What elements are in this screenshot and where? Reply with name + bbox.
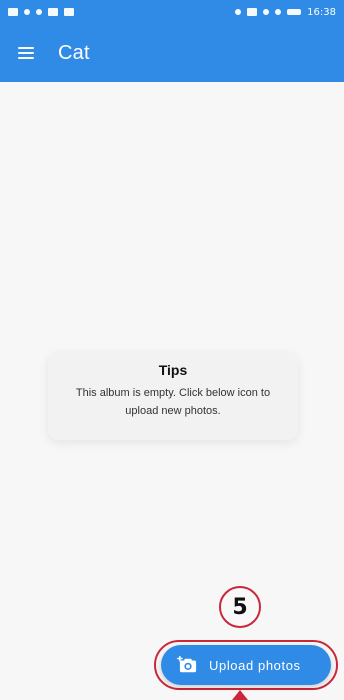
signal-icon [24,9,30,15]
tips-title: Tips [158,362,188,378]
status-right-icons: 16:38 [235,7,336,18]
pointer-arrow [232,690,248,700]
bluetooth-icon [263,9,270,15]
menu-icon[interactable] [18,47,34,59]
notification-icon [8,8,18,16]
battery-icon [287,9,302,15]
network-speed-icon [48,8,58,16]
page-title: Cat [58,41,90,64]
nfc-icon [247,8,258,16]
upload-photos-button[interactable]: Upload photos [161,645,331,685]
eye-icon [235,9,242,15]
tips-card: Tips This album is empty. Click below ic… [48,352,298,440]
wifi-icon [36,9,42,15]
tips-message: This album is empty. Click below icon to… [75,387,271,417]
alarm-icon [275,9,282,15]
step-number-badge: 5 [219,586,261,628]
status-left-icons [8,8,74,16]
upload-photos-label: Upload photos [209,657,301,673]
album-content: Tips This album is empty. Click below ic… [0,82,344,700]
camera-add-icon [177,656,197,673]
status-time: 16:38 [307,6,336,18]
app-icon [64,8,74,16]
app-bar: Cat [0,24,344,82]
status-bar: 16:38 [0,0,344,24]
